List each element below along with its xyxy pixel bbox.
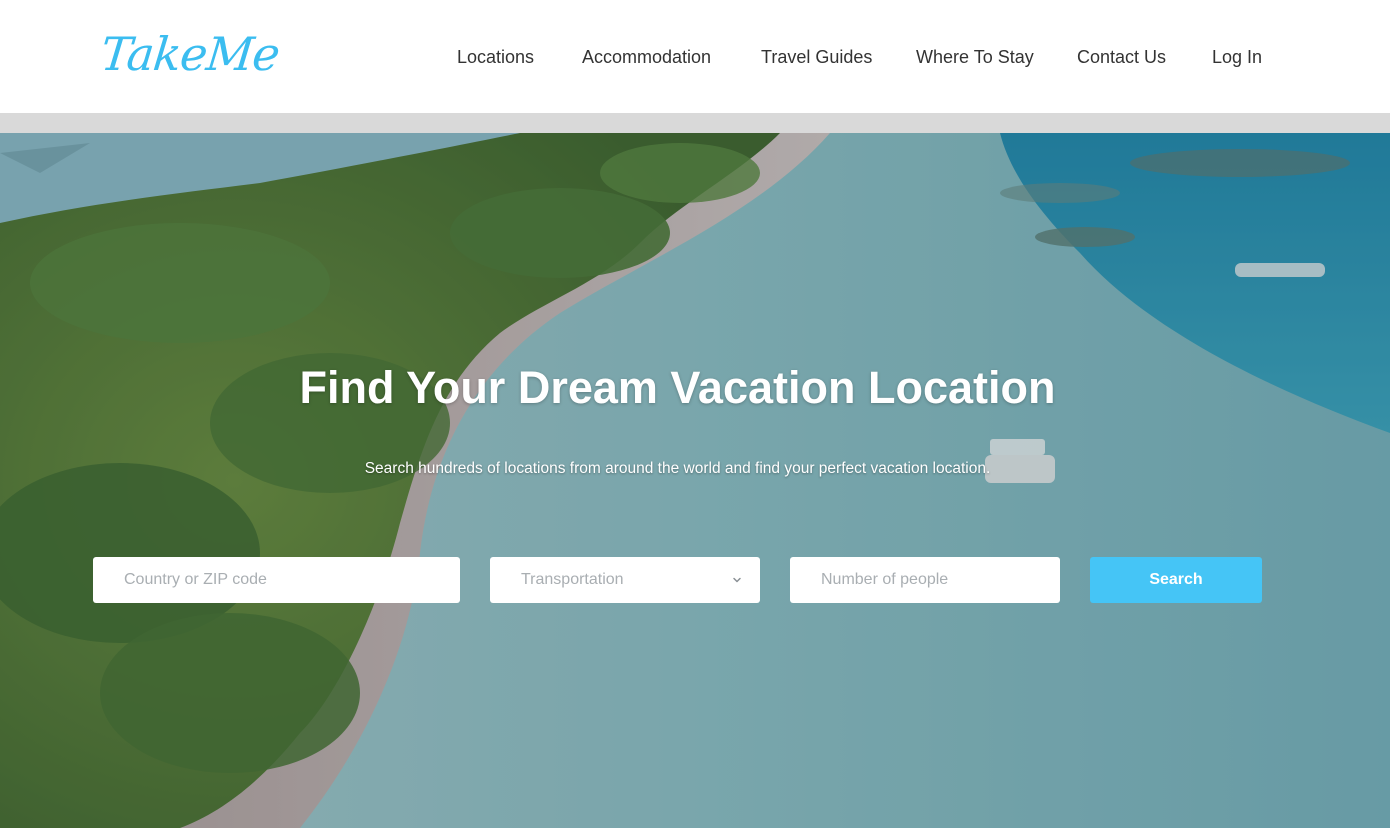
number-of-people-input[interactable]: [790, 557, 1060, 603]
people-field: [790, 557, 1060, 603]
nav-locations[interactable]: Locations: [457, 44, 534, 70]
transportation-select[interactable]: Transportation: [490, 557, 760, 603]
chevron-down-icon: [733, 577, 741, 583]
nav-where-to-stay[interactable]: Where To Stay: [916, 44, 1034, 70]
hero-title: Find Your Dream Vacation Location: [299, 362, 1056, 413]
hero-section: Find Your Dream Vacation Location Search…: [0, 133, 1390, 828]
site-header: TakeMe Locations Accommodation Travel Gu…: [0, 0, 1390, 113]
country-zip-input[interactable]: [93, 557, 460, 603]
nav-travel-guides[interactable]: Travel Guides: [761, 44, 872, 70]
transportation-select-value: Transportation: [521, 571, 624, 588]
nav-contact-us[interactable]: Contact Us: [1077, 44, 1166, 70]
nav-log-in[interactable]: Log In: [1212, 44, 1262, 70]
nav-accommodation[interactable]: Accommodation: [582, 44, 711, 70]
search-button[interactable]: Search: [1090, 557, 1262, 603]
main-nav: Locations Accommodation Travel Guides Wh…: [0, 0, 1390, 113]
hero-subtitle: Search hundreds of locations from around…: [364, 460, 991, 477]
header-divider-strip: [0, 113, 1390, 133]
country-field: [93, 557, 460, 603]
